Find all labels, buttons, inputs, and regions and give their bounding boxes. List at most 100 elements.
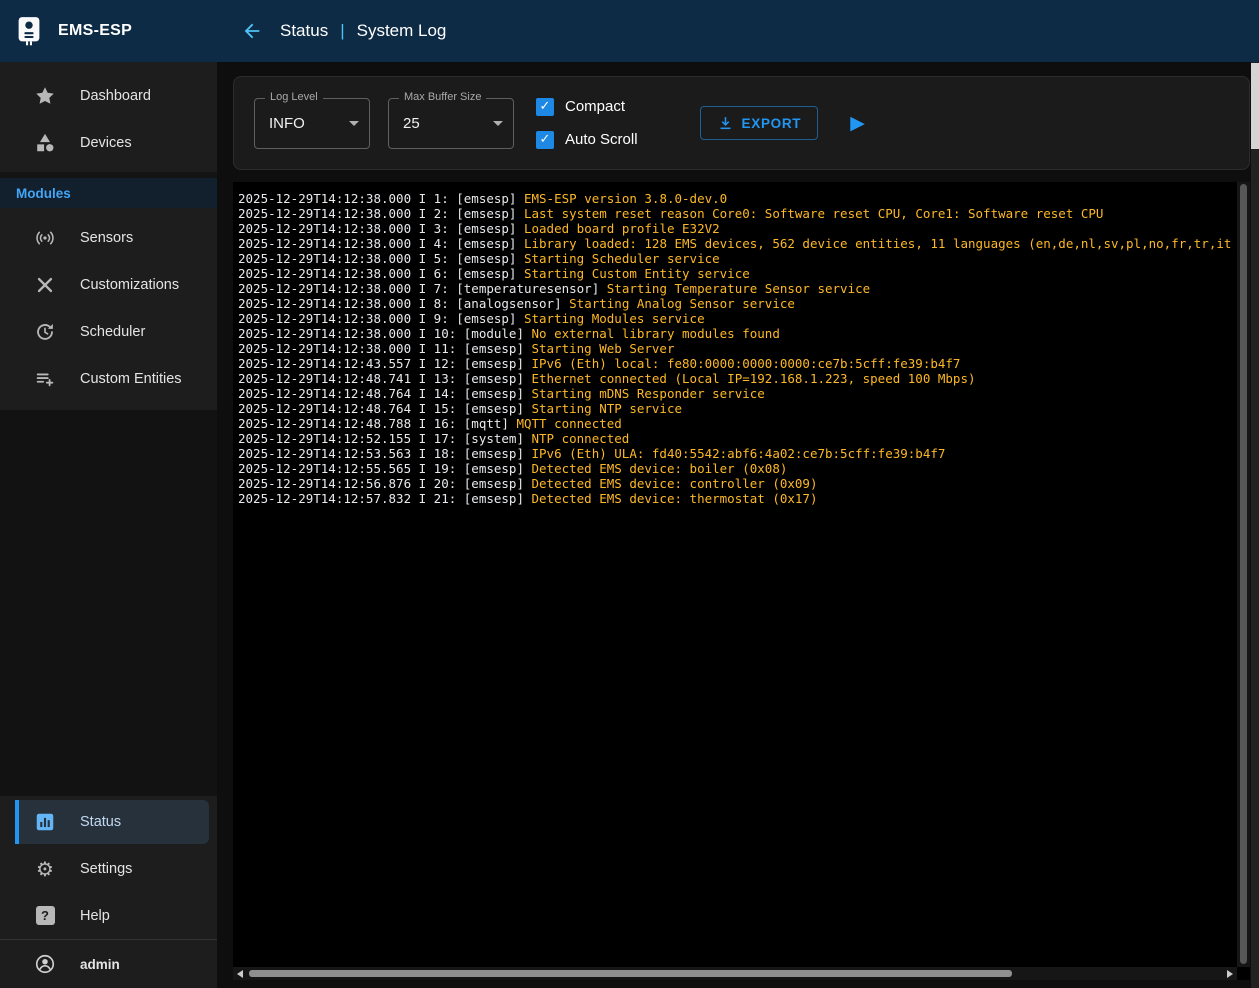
log-line: 2025-12-29T14:12:48.741 I 13: [emsesp] E… [238,371,1234,386]
log-line: 2025-12-29T14:12:48.764 I 15: [emsesp] S… [238,401,1234,416]
page-scrollbar[interactable] [1251,62,1259,988]
log-line: 2025-12-29T14:12:38.000 I 8: [analogsens… [238,296,1234,311]
main-content: Log Level INFO Max Buffer Size 25 ✓ Comp… [217,62,1259,988]
sidebar-item-label: Help [80,908,110,924]
compact-checkbox-label: Compact [565,98,625,115]
log-level-value: INFO [269,115,305,132]
scroll-right-arrow-icon[interactable] [1223,970,1237,978]
export-button-label: EXPORT [742,116,802,131]
user-label: admin [80,957,120,972]
horizontal-scrollbar-thumb[interactable] [249,970,1012,977]
log-line: 2025-12-29T14:12:55.565 I 19: [emsesp] D… [238,461,1234,476]
check-icon: ✓ [540,99,551,114]
log-level-label: Log Level [265,91,323,103]
autoscroll-checkbox-label: Auto Scroll [565,131,638,148]
log-level-select[interactable]: Log Level INFO [254,98,370,149]
log-line: 2025-12-29T14:12:38.000 I 10: [module] N… [238,326,1234,341]
page-title-separator: | [340,21,344,41]
sidebar-user-admin[interactable]: admin [0,940,217,988]
sidebar-logo-header: EMS-ESP [0,0,217,62]
console-horizontal-scrollbar[interactable] [233,967,1237,980]
log-lines: 2025-12-29T14:12:38.000 I 1: [emsesp] EM… [238,191,1234,964]
checkbox-box-icon: ✓ [536,131,554,149]
log-line: 2025-12-29T14:12:56.876 I 20: [emsesp] D… [238,476,1234,491]
star-icon [34,85,56,107]
sidebar-item-settings[interactable]: ⚙ Settings [0,845,217,892]
antenna-icon [34,227,56,249]
arrow-back-icon [241,20,263,42]
modules-section-header: Modules [0,178,217,208]
log-console: 2025-12-29T14:12:38.000 I 1: [emsesp] EM… [233,182,1250,980]
vertical-scrollbar-thumb[interactable] [1240,184,1247,964]
sidebar-nav-top: Dashboard Devices [0,62,217,172]
back-button[interactable] [240,19,264,43]
app-window: EMS-ESP Dashboard Devices Modules [0,0,1259,988]
sidebar-item-customizations[interactable]: Customizations [0,261,217,308]
sidebar-nav-modules: Sensors Customizations [0,208,217,410]
sidebar-item-label: Dashboard [80,88,151,104]
construction-tools-icon [34,274,56,296]
log-controls-card: Log Level INFO Max Buffer Size 25 ✓ Comp… [233,76,1250,170]
page-title-secondary: System Log [357,21,447,41]
checkbox-box-icon: ✓ [536,98,554,116]
compact-checkbox[interactable]: ✓ Compact [536,98,638,116]
scroll-left-arrow-icon[interactable] [233,970,247,978]
main-column: Status | System Log Log Level INFO Max B… [217,0,1259,988]
question-mark-glyph: ? [36,906,55,925]
download-icon [717,115,734,132]
sidebar-item-devices[interactable]: Devices [0,119,217,166]
top-app-bar: Status | System Log [217,0,1259,62]
playlist-add-icon [34,368,56,390]
log-line: 2025-12-29T14:12:43.557 I 12: [emsesp] I… [238,356,1234,371]
log-line: 2025-12-29T14:12:38.000 I 7: [temperatur… [238,281,1234,296]
sidebar-spacer [0,410,217,796]
log-line: 2025-12-29T14:12:38.000 I 9: [emsesp] St… [238,311,1234,326]
sidebar-item-label: Custom Entities [80,371,182,387]
max-buffer-value: 25 [403,115,420,132]
sidebar-nav-bottom: Status ⚙ Settings ? Help [0,796,217,988]
page-title-primary: Status [280,21,328,41]
checkbox-group: ✓ Compact ✓ Auto Scroll [536,98,638,149]
caret-down-icon [349,121,359,126]
log-line: 2025-12-29T14:12:57.832 I 21: [emsesp] D… [238,491,1234,506]
sidebar-item-label: Scheduler [80,324,145,340]
sidebar: EMS-ESP Dashboard Devices Modules [0,0,217,988]
gear-glyph: ⚙ [36,859,54,879]
play-icon: ▶ [850,112,865,134]
modules-section-label: Modules [16,186,71,201]
sidebar-item-label: Sensors [80,230,133,246]
account-circle-icon [34,953,56,975]
sidebar-item-label: Settings [80,861,132,877]
sidebar-item-scheduler[interactable]: Scheduler [0,308,217,355]
export-button[interactable]: EXPORT [700,106,819,140]
ems-esp-logo-icon [14,15,44,47]
max-buffer-label: Max Buffer Size [399,91,486,103]
gear-icon: ⚙ [34,858,56,880]
max-buffer-select[interactable]: Max Buffer Size 25 [388,98,514,149]
log-line: 2025-12-29T14:12:38.000 I 3: [emsesp] Lo… [238,221,1234,236]
sidebar-item-label: Customizations [80,277,179,293]
caret-down-icon [493,121,503,126]
log-line: 2025-12-29T14:12:38.000 I 6: [emsesp] St… [238,266,1234,281]
play-button[interactable]: ▶ [850,114,865,133]
sidebar-item-label: Status [80,814,121,830]
check-icon: ✓ [540,132,551,147]
log-line: 2025-12-29T14:12:48.764 I 14: [emsesp] S… [238,386,1234,401]
app-title: EMS-ESP [58,22,132,40]
autoscroll-checkbox[interactable]: ✓ Auto Scroll [536,131,638,149]
page-scrollbar-thumb[interactable] [1251,63,1259,149]
category-icon [34,132,56,154]
sidebar-item-status[interactable]: Status [15,800,209,844]
sidebar-item-sensors[interactable]: Sensors [0,214,217,261]
console-vertical-scrollbar[interactable] [1237,182,1250,967]
sidebar-item-custom-entities[interactable]: Custom Entities [0,355,217,402]
page-title: Status | System Log [280,21,446,41]
sidebar-item-help[interactable]: ? Help [0,892,217,939]
sidebar-item-dashboard[interactable]: Dashboard [0,72,217,119]
help-icon: ? [34,905,56,927]
log-line: 2025-12-29T14:12:38.000 I 2: [emsesp] La… [238,206,1234,221]
log-line: 2025-12-29T14:12:38.000 I 5: [emsesp] St… [238,251,1234,266]
sidebar-item-label: Devices [80,135,132,151]
log-line: 2025-12-29T14:12:48.788 I 16: [mqtt] MQT… [238,416,1234,431]
analytics-icon [34,811,56,833]
